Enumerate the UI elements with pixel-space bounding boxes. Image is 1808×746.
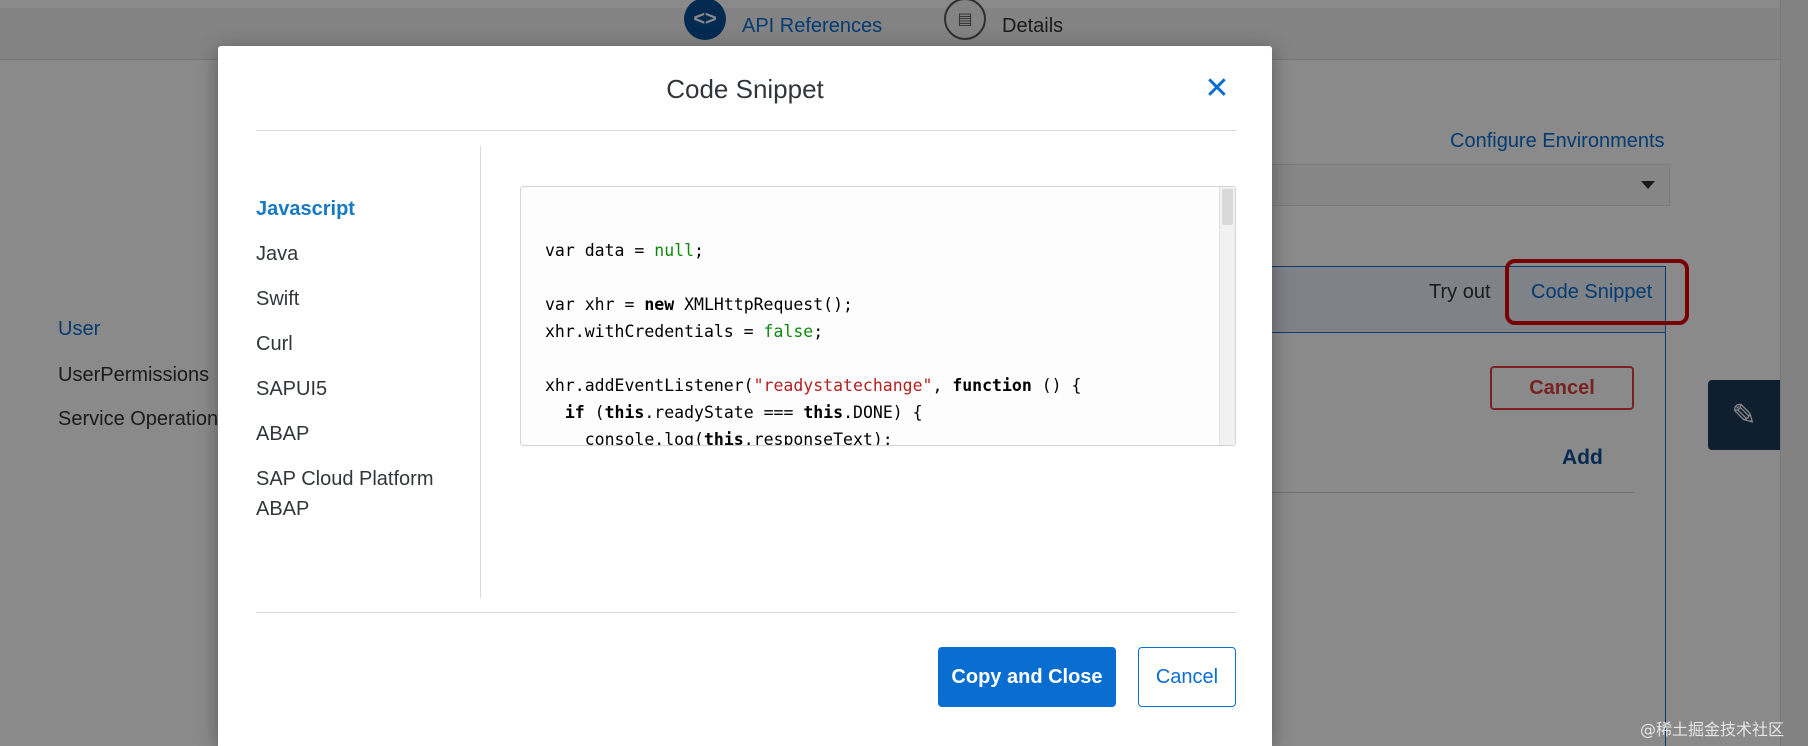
code-snippet-dialog: Code Snippet ✕ Javascript Java Swift Cur… — [218, 46, 1272, 746]
code-line: xhr.addEventListener("readystatechange",… — [545, 376, 1082, 395]
close-icon[interactable]: ✕ — [1202, 74, 1232, 104]
cancel-button[interactable]: Cancel — [1138, 647, 1236, 707]
lang-abap[interactable]: ABAP — [256, 419, 476, 449]
dialog-footer-divider — [256, 612, 1236, 613]
language-list: Javascript Java Swift Curl SAPUI5 ABAP S… — [256, 194, 476, 539]
code-line: xhr.withCredentials = false; — [545, 322, 824, 341]
code-block: var data = null; var xhr = new XMLHttpRe… — [545, 237, 1082, 446]
lang-javascript[interactable]: Javascript — [256, 194, 476, 224]
code-line: console.log(this.responseText); — [545, 430, 893, 446]
watermark: @稀土掘金技术社区 — [1640, 720, 1785, 739]
code-scrollbar[interactable] — [1219, 187, 1235, 445]
scroll-thumb[interactable] — [1222, 189, 1233, 225]
code-line: if (this.readyState === this.DONE) { — [564, 403, 923, 422]
dialog-header-divider — [256, 130, 1236, 131]
lang-sapui5[interactable]: SAPUI5 — [256, 374, 476, 404]
copy-and-close-button[interactable]: Copy and Close — [938, 647, 1116, 707]
dialog-vertical-divider — [480, 146, 481, 598]
lang-sap-cloud-platform-abap[interactable]: SAP Cloud Platform ABAP — [256, 464, 476, 524]
dialog-title: Code Snippet — [666, 74, 824, 104]
lang-java[interactable]: Java — [256, 239, 476, 269]
lang-curl[interactable]: Curl — [256, 329, 476, 359]
lang-swift[interactable]: Swift — [256, 284, 476, 314]
code-viewer[interactable]: var data = null; var xhr = new XMLHttpRe… — [520, 186, 1236, 446]
code-line: var data = null; — [545, 241, 704, 260]
code-line: var xhr = new XMLHttpRequest(); — [545, 295, 853, 314]
